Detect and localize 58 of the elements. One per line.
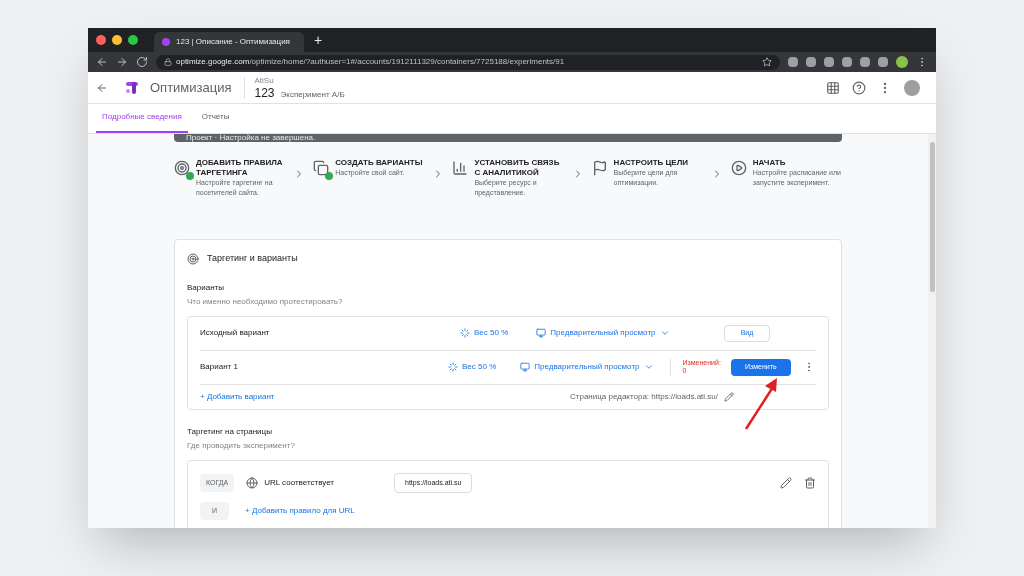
scrollbar[interactable] [928, 134, 936, 528]
step-title: СОЗДАТЬ ВАРИАНТЫ [335, 158, 423, 168]
browser-tab[interactable]: 123 | Описание - Оптимизация [154, 32, 304, 52]
section-hint: Где проводить эксперимент? [187, 439, 296, 452]
rule-condition: URL соответствует [264, 476, 334, 489]
variant-name: Вариант 1 [200, 361, 239, 374]
page-tab[interactable]: Отчеты [195, 111, 236, 133]
step-title: НАСТРОИТЬ ЦЕЛИ [613, 158, 690, 168]
monitor-icon [520, 362, 531, 373]
address-bar[interactable]: optimize.google.com/optimize/home/?authuser=1#/accounts/1912111329/containers/7725188/experiments/91 [156, 54, 780, 70]
back-icon[interactable] [96, 81, 108, 94]
monitor-icon [536, 328, 547, 339]
profile-icon[interactable] [896, 56, 908, 68]
avatar-icon[interactable] [904, 79, 920, 96]
add-variant-link[interactable]: + Добавить вариант [200, 390, 275, 403]
product-name: Оптимизация [150, 78, 232, 97]
minimize-window-icon[interactable] [112, 35, 122, 45]
section-heading: Таргетинг на страницы [187, 425, 273, 438]
banner-text: Проект · Настройка не завершена. [186, 134, 316, 142]
account-name: AtiSu [254, 76, 275, 85]
step-title: УСТАНОВИТЬ СВЯЗЬ С АНАЛИТИКОЙ [474, 158, 561, 178]
card-title: Таргетинг и варианты [207, 252, 298, 266]
weight-link[interactable]: Вес 50 % [460, 327, 509, 340]
step-title: ДОБАВИТЬ ПРАВИЛА ТАРГЕТИНГА [196, 158, 284, 178]
bookmark-star-icon[interactable] [762, 57, 772, 67]
editor-page-text: Страница редактора: https://loads.ati.su/ [570, 390, 718, 403]
close-window-icon[interactable] [96, 35, 106, 45]
variant-name: Исходный вариант [200, 327, 271, 340]
experiment-type: Эксперимент А/Б [280, 90, 345, 99]
section-hint: Что именно необходимо протестировать? [187, 295, 344, 308]
url-text: optimize.google.com/optimize/home/?authuser=1#/accounts/1912111329/containers/7725188/experiments/91 [176, 56, 565, 68]
weight-icon [448, 362, 458, 373]
weight-icon [460, 328, 470, 339]
forward-icon[interactable] [116, 56, 128, 68]
reload-icon[interactable] [136, 56, 148, 68]
tab-title: 123 | Описание - Оптимизация [176, 36, 290, 48]
edit-icon[interactable] [724, 391, 734, 402]
preview-dropdown[interactable]: Предварительный просмотр [536, 327, 670, 340]
help-icon[interactable] [852, 80, 866, 95]
delete-icon[interactable] [804, 476, 816, 489]
lock-icon [164, 58, 172, 66]
target-icon [187, 253, 199, 265]
step-title: НАЧАТЬ [752, 158, 787, 168]
experiment-name: 123 [254, 86, 275, 99]
edit-icon[interactable] [780, 476, 792, 489]
optimize-logo-icon [124, 79, 140, 96]
add-rule-link[interactable]: + Добавить правило для URL [245, 504, 355, 517]
new-tab-button[interactable]: + [308, 30, 329, 50]
arrow-annotation [744, 377, 780, 431]
maximize-window-icon[interactable] [128, 35, 138, 45]
globe-icon [246, 476, 259, 489]
page-tab[interactable]: Подробные сведения [96, 111, 188, 133]
preview-dropdown[interactable]: Предварительный просмотр [520, 361, 654, 374]
weight-link[interactable]: Вес 50 % [448, 361, 497, 374]
section-heading: Варианты [187, 281, 225, 294]
apps-icon[interactable] [826, 80, 840, 95]
back-icon[interactable] [96, 56, 108, 68]
tab-favicon-icon [162, 38, 170, 46]
